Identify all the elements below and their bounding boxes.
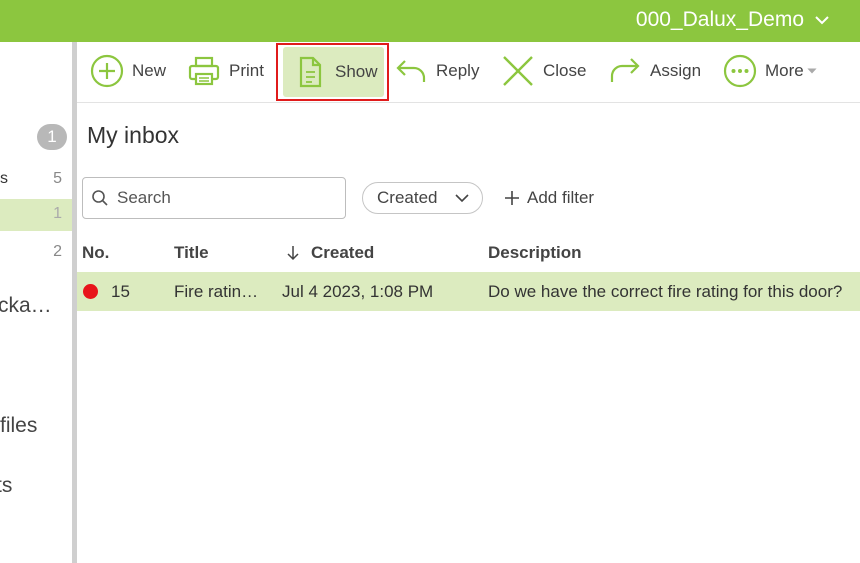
sidebar-item-3[interactable]: 2 bbox=[0, 237, 72, 269]
assign-button[interactable]: Assign bbox=[608, 45, 701, 97]
sidebar-item-files[interactable]: files bbox=[0, 414, 37, 438]
toolbar: New Print Show Reply Close Assign More bbox=[77, 42, 860, 103]
add-filter-label: Add filter bbox=[527, 188, 595, 207]
top-bar: 000_Dalux_Demo bbox=[0, 0, 860, 42]
sidebar-item-1[interactable]: s 5 bbox=[0, 164, 72, 196]
close-button[interactable]: Close bbox=[501, 45, 586, 97]
plus-circle-icon bbox=[90, 54, 124, 88]
close-label: Close bbox=[543, 61, 587, 80]
sidebar-item-2[interactable]: 1 bbox=[0, 199, 72, 231]
sort-dropdown[interactable]: Created bbox=[362, 182, 483, 214]
reply-label: Reply bbox=[436, 61, 480, 80]
more-dots-icon bbox=[723, 54, 757, 88]
forward-arrow-icon bbox=[610, 58, 640, 82]
search-input[interactable] bbox=[115, 187, 339, 209]
print-button[interactable]: Print bbox=[187, 45, 264, 97]
row-created: Jul 4 2023, 1:08 PM bbox=[282, 282, 434, 301]
printer-icon bbox=[188, 56, 220, 86]
sidebar-item-count: 2 bbox=[53, 243, 62, 260]
caret-down-icon bbox=[807, 68, 817, 74]
column-header-created-label: Created bbox=[311, 243, 375, 262]
sidebar-item-packages[interactable]: cka… bbox=[0, 294, 52, 318]
column-header-no[interactable]: No. bbox=[82, 243, 109, 263]
search-icon bbox=[92, 190, 108, 206]
more-button[interactable]: More bbox=[723, 45, 818, 97]
add-filter-button[interactable]: Add filter bbox=[503, 188, 594, 208]
row-no: 15 bbox=[111, 282, 130, 301]
close-x-icon bbox=[503, 56, 533, 86]
project-selector[interactable]: 000_Dalux_Demo bbox=[636, 8, 830, 32]
sidebar: 1 s 5 1 2 cka… files ts bbox=[0, 42, 72, 563]
more-label: More bbox=[765, 61, 804, 80]
status-dot bbox=[83, 284, 98, 299]
page-title: My inbox bbox=[87, 122, 180, 148]
sidebar-item-label: s bbox=[0, 170, 8, 187]
sort-dropdown-value: Created bbox=[377, 188, 438, 207]
project-name: 000_Dalux_Demo bbox=[635, 8, 804, 31]
column-header-description[interactable]: Description bbox=[488, 243, 582, 263]
column-header-created[interactable]: Created bbox=[285, 243, 374, 263]
sidebar-item-count: 1 bbox=[53, 205, 62, 222]
row-title: Fire ratin… bbox=[174, 282, 259, 301]
assign-label: Assign bbox=[650, 61, 702, 80]
new-label: New bbox=[132, 61, 167, 80]
sidebar-item-ts[interactable]: ts bbox=[0, 474, 12, 498]
print-label: Print bbox=[229, 61, 264, 80]
inbox-count-badge: 1 bbox=[37, 124, 67, 150]
sidebar-item-count: 5 bbox=[53, 170, 62, 187]
show-button-highlight bbox=[276, 43, 389, 101]
search-field[interactable] bbox=[82, 177, 346, 219]
column-header-title[interactable]: Title bbox=[174, 243, 209, 263]
chevron-down-icon bbox=[455, 194, 469, 203]
new-button[interactable]: New bbox=[90, 45, 166, 97]
chevron-down-icon bbox=[815, 16, 829, 25]
table-row[interactable]: 15 Fire ratin… Jul 4 2023, 1:08 PM Do we… bbox=[77, 272, 860, 311]
reply-button[interactable]: Reply bbox=[394, 45, 479, 97]
plus-icon bbox=[505, 191, 519, 205]
reply-arrow-icon bbox=[396, 60, 426, 82]
row-description: Do we have the correct fire rating for t… bbox=[488, 282, 843, 301]
sort-descending-arrow-icon bbox=[287, 246, 299, 261]
